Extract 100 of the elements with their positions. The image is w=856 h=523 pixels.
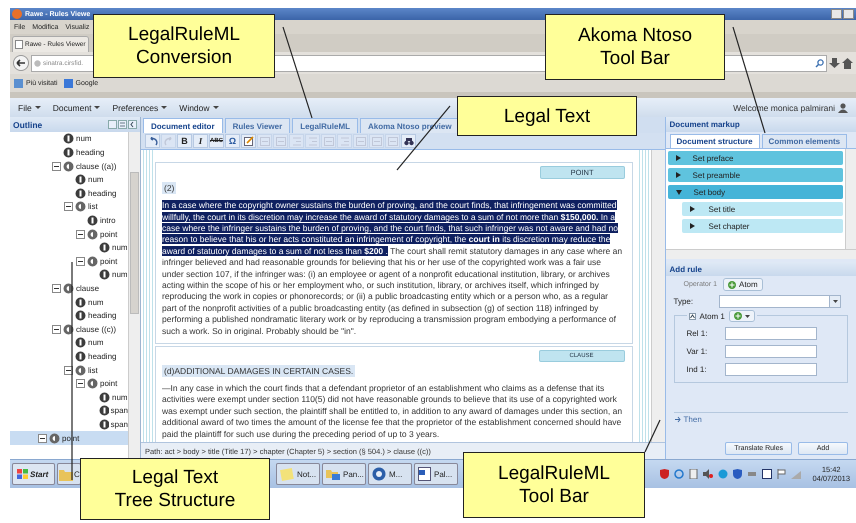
editor-tab[interactable]: LegalRuleML bbox=[292, 118, 358, 134]
field-label: Type: bbox=[674, 297, 694, 306]
tree-node[interactable]: num bbox=[48, 240, 128, 254]
tree-node[interactable]: num bbox=[48, 268, 128, 282]
flag-icon[interactable] bbox=[777, 469, 786, 480]
restore-button[interactable] bbox=[843, 9, 854, 19]
tree-node[interactable]: heading bbox=[48, 308, 128, 322]
taskbar-item[interactable]: Not... bbox=[276, 463, 320, 486]
input-field[interactable] bbox=[724, 327, 817, 340]
tree-node[interactable]: num bbox=[48, 132, 128, 146]
collapse-panel-icon[interactable] bbox=[128, 120, 137, 130]
tree-node[interactable]: list bbox=[48, 363, 128, 377]
tree-node[interactable]: clause bbox=[48, 282, 128, 296]
plus-icon bbox=[734, 312, 742, 320]
structure-item[interactable]: Set title bbox=[682, 202, 843, 216]
edit-icon[interactable] bbox=[241, 134, 256, 148]
scrollbar[interactable] bbox=[666, 249, 856, 260]
menu-item[interactable]: File bbox=[18, 102, 41, 113]
tree-node[interactable]: point bbox=[48, 227, 128, 241]
tree-node[interactable]: num bbox=[48, 390, 128, 404]
scrollbar[interactable] bbox=[128, 132, 140, 460]
taskbar-item[interactable]: C bbox=[57, 463, 81, 486]
device-icon[interactable] bbox=[689, 469, 698, 480]
search-icon[interactable] bbox=[815, 58, 824, 68]
start-button[interactable]: Start bbox=[12, 463, 55, 486]
italic-button[interactable]: I bbox=[193, 134, 208, 148]
tree-node[interactable]: num bbox=[48, 172, 128, 187]
menu-item[interactable]: Window bbox=[179, 102, 219, 113]
expand-arrow-icon[interactable] bbox=[690, 223, 695, 230]
shield-icon[interactable] bbox=[733, 469, 742, 480]
expand-arrow-icon[interactable] bbox=[676, 172, 681, 178]
leaf-node-icon bbox=[75, 296, 86, 308]
tree-node[interactable]: span bbox=[48, 418, 128, 432]
binoculars-icon[interactable] bbox=[401, 134, 416, 148]
tree-node[interactable]: clause ((a)) bbox=[48, 159, 128, 173]
list-icon[interactable] bbox=[118, 120, 127, 130]
container-node-icon bbox=[75, 201, 86, 212]
input-field[interactable] bbox=[724, 345, 817, 358]
collapse-toggle-icon[interactable] bbox=[76, 379, 85, 388]
browser-logo-icon bbox=[12, 9, 22, 19]
structure-item[interactable]: Set preamble bbox=[668, 168, 843, 182]
structure-item[interactable]: Set preface bbox=[668, 151, 843, 166]
tree-node[interactable]: heading bbox=[48, 146, 128, 160]
collapse-toggle-icon[interactable] bbox=[76, 256, 85, 266]
input-field[interactable] bbox=[724, 363, 817, 376]
scrollbar[interactable] bbox=[650, 150, 665, 442]
window-icon[interactable] bbox=[762, 469, 772, 480]
back-icon[interactable] bbox=[13, 55, 29, 71]
callout-label: LegalRuleML Conversion bbox=[93, 14, 275, 78]
undo-icon[interactable] bbox=[145, 134, 160, 148]
collapse-toggle-icon[interactable] bbox=[52, 162, 61, 171]
tree-node[interactable]: clause ((c)) bbox=[48, 322, 128, 336]
editor-tab[interactable]: Rules Viewer bbox=[224, 118, 290, 134]
download-icon[interactable] bbox=[829, 58, 840, 68]
callout-label: Legal Text Tree Structure bbox=[80, 458, 270, 520]
collapse-toggle-icon[interactable] bbox=[38, 434, 47, 442]
home-icon[interactable] bbox=[842, 58, 853, 68]
add-button[interactable] bbox=[728, 310, 755, 322]
minimize-button[interactable] bbox=[831, 9, 842, 19]
tree-node[interactable]: heading bbox=[48, 350, 128, 364]
expand-icon[interactable] bbox=[674, 416, 681, 424]
collapse-toggle-icon[interactable] bbox=[52, 284, 61, 293]
taskbar-item[interactable]: Pal... bbox=[414, 463, 458, 486]
tree-node[interactable]: num bbox=[48, 295, 128, 309]
container-node-icon bbox=[63, 282, 74, 294]
collapse-arrow-icon[interactable] bbox=[676, 190, 682, 195]
structure-item[interactable]: Set body bbox=[668, 185, 843, 200]
tree-node[interactable]: num bbox=[48, 336, 128, 350]
leaf-node-icon bbox=[75, 174, 86, 186]
panel-tab[interactable]: Document structure bbox=[670, 134, 760, 148]
expand-arrow-icon[interactable] bbox=[690, 206, 695, 212]
tree-node[interactable]: intro bbox=[48, 214, 128, 228]
panel-title: Outline bbox=[13, 120, 42, 130]
taskbar-item[interactable]: Pan... bbox=[322, 463, 366, 486]
collapse-toggle-icon[interactable] bbox=[64, 202, 73, 212]
collapse-toggle-icon[interactable] bbox=[52, 324, 61, 334]
tree-node[interactable]: span bbox=[48, 404, 128, 418]
menu-item[interactable]: Document bbox=[52, 102, 100, 113]
bold-button[interactable]: B bbox=[177, 134, 192, 148]
add-atom-button[interactable]: Atom bbox=[723, 278, 763, 292]
taskbar-item[interactable]: M... bbox=[368, 463, 412, 486]
expand-arrow-icon[interactable] bbox=[676, 155, 681, 162]
container-node-icon bbox=[87, 228, 98, 240]
scrollbar[interactable] bbox=[845, 149, 856, 250]
panel-tab[interactable]: Common elements bbox=[762, 134, 848, 148]
shield-icon[interactable] bbox=[660, 469, 670, 480]
tree-node[interactable]: point bbox=[48, 254, 128, 268]
tree-node[interactable]: list bbox=[48, 200, 128, 214]
container-node-icon bbox=[49, 432, 60, 444]
collapse-icon[interactable] bbox=[688, 312, 696, 320]
menu-item[interactable]: Preferences bbox=[112, 102, 168, 113]
tree-node[interactable]: heading bbox=[48, 186, 128, 200]
user-icon[interactable] bbox=[838, 102, 848, 113]
editor-tab[interactable]: Document editor bbox=[143, 118, 223, 134]
structure-item[interactable]: Set chapter bbox=[682, 219, 843, 234]
volume-muted-icon[interactable] bbox=[703, 469, 714, 480]
tree-node[interactable]: point bbox=[48, 376, 128, 390]
symbol-button[interactable]: Ω bbox=[225, 134, 240, 148]
bookmark-icon bbox=[14, 78, 23, 88]
collapse-toggle-icon[interactable] bbox=[76, 230, 85, 239]
